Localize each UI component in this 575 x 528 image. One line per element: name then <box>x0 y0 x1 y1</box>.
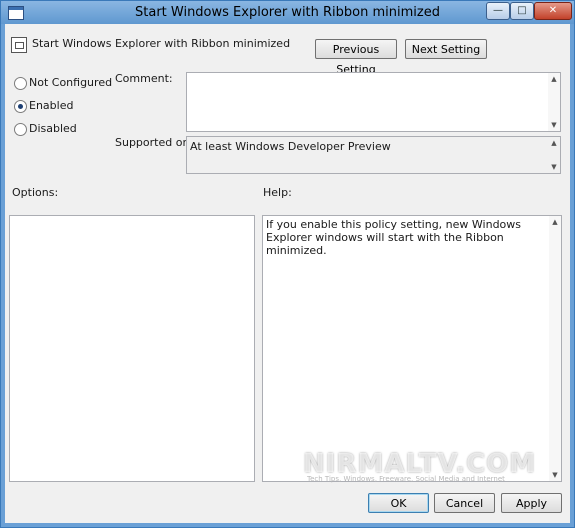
apply-button[interactable]: Apply <box>501 493 562 513</box>
radio-label: Disabled <box>29 122 77 135</box>
comment-label: Comment: <box>115 72 173 85</box>
scroll-down-arrow-icon[interactable]: ▼ <box>549 470 561 480</box>
minimize-button[interactable]: — <box>486 2 510 20</box>
cancel-button[interactable]: Cancel <box>434 493 495 513</box>
help-label: Help: <box>263 186 292 199</box>
policy-title: Start Windows Explorer with Ribbon minim… <box>32 37 291 50</box>
maximize-button[interactable]: □ <box>510 2 534 20</box>
scroll-up-arrow-icon[interactable]: ▲ <box>548 74 560 84</box>
close-button[interactable]: ✕ <box>534 2 572 20</box>
supported-on-value: At least Windows Developer Preview <box>190 140 391 153</box>
supported-on-field: At least Windows Developer Preview ▲ ▼ <box>186 136 561 174</box>
policy-setting-icon <box>11 37 27 53</box>
ok-button[interactable]: OK <box>368 493 429 513</box>
comment-textarea[interactable]: ▲ ▼ <box>186 72 561 132</box>
scroll-down-arrow-icon[interactable]: ▼ <box>548 120 560 130</box>
supported-on-label: Supported on: <box>115 136 194 149</box>
scroll-down-arrow-icon[interactable]: ▼ <box>548 162 560 172</box>
scroll-up-arrow-icon[interactable]: ▲ <box>548 138 560 148</box>
next-setting-button[interactable]: Next Setting <box>405 39 487 59</box>
watermark-tagline: Tech Tips, Windows, Freeware, Social Med… <box>307 475 505 483</box>
help-text: If you enable this policy setting, new W… <box>266 218 522 257</box>
radio-label: Not Configured <box>29 76 113 89</box>
help-panel[interactable]: If you enable this policy setting, new W… <box>262 215 562 482</box>
options-panel[interactable] <box>9 215 255 482</box>
previous-setting-button[interactable]: Previous Setting <box>315 39 397 76</box>
options-label: Options: <box>12 186 59 199</box>
scroll-up-arrow-icon[interactable]: ▲ <box>549 217 561 227</box>
comment-scrollbar[interactable]: ▲ ▼ <box>548 73 560 131</box>
radio-button-icon[interactable] <box>14 77 27 90</box>
radio-button-icon[interactable] <box>14 123 27 136</box>
policy-dialog-window: Start Windows Explorer with Ribbon minim… <box>0 0 575 528</box>
help-scrollbar[interactable]: ▲ ▼ <box>549 216 561 481</box>
supported-scrollbar[interactable]: ▲ ▼ <box>548 137 560 173</box>
radio-button-selected-icon[interactable] <box>14 100 27 113</box>
title-bar[interactable]: Start Windows Explorer with Ribbon minim… <box>1 1 574 24</box>
radio-label: Enabled <box>29 99 74 112</box>
